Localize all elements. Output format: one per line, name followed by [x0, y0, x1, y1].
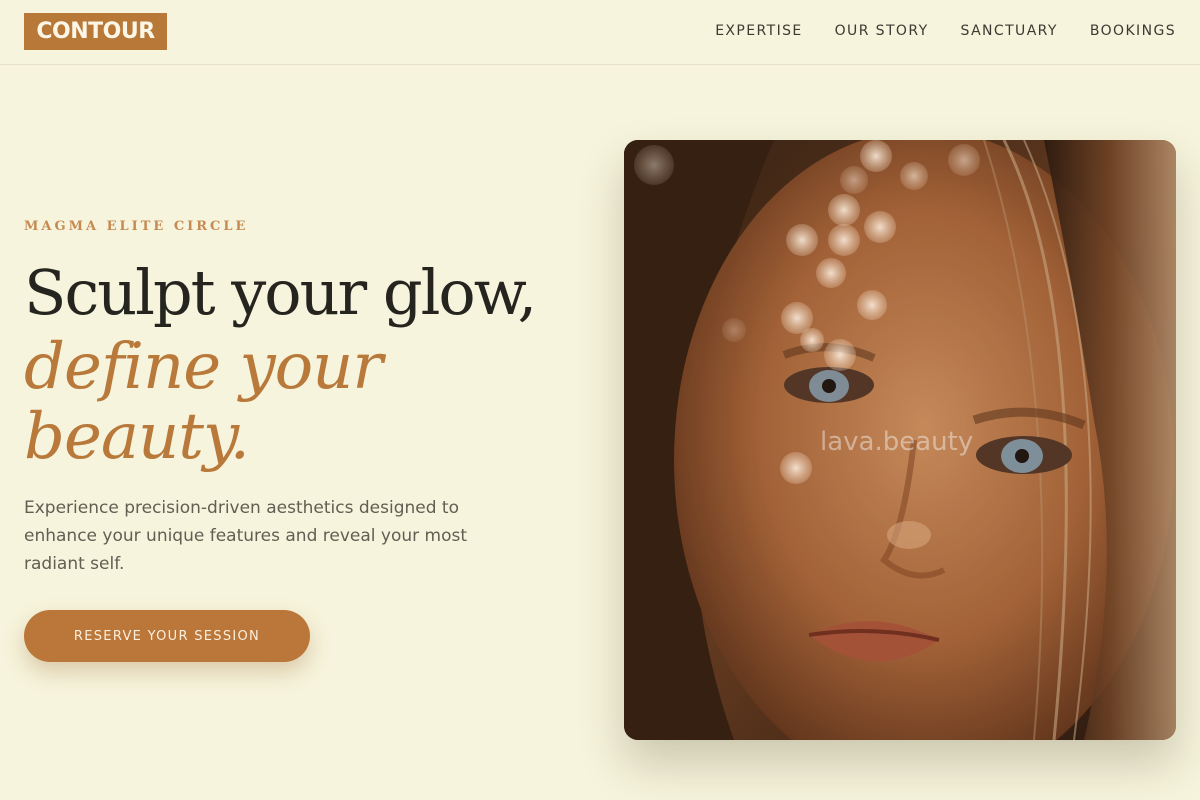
brand-logo[interactable]: CONTOUR [24, 13, 167, 50]
nav-link-bookings[interactable]: BOOKINGS [1090, 22, 1176, 40]
nav-link-sanctuary[interactable]: SANCTUARY [961, 22, 1058, 40]
image-watermark: lava.beauty [820, 427, 974, 457]
nav-link-our-story[interactable]: OUR STORY [835, 22, 929, 40]
headline-line-1: Sculpt your glow, [24, 256, 537, 329]
hero-headline: Sculpt your glow, define your beauty. [24, 254, 604, 472]
main-nav: EXPERTISE OUR STORY SANCTUARY BOOKINGS [715, 22, 1176, 40]
headline-line-2: define your [24, 330, 383, 404]
site-header: CONTOUR EXPERTISE OUR STORY SANCTUARY BO… [0, 0, 1200, 65]
hero-lead-text: Experience precision-driven aesthetics d… [24, 498, 468, 574]
headline-line-3: beauty. [24, 400, 250, 474]
reserve-session-button[interactable]: RESERVE YOUR SESSION [24, 610, 310, 662]
hero-eyebrow: MAGMA ELITE CIRCLE [24, 219, 249, 234]
nav-link-expertise[interactable]: EXPERTISE [715, 22, 802, 40]
